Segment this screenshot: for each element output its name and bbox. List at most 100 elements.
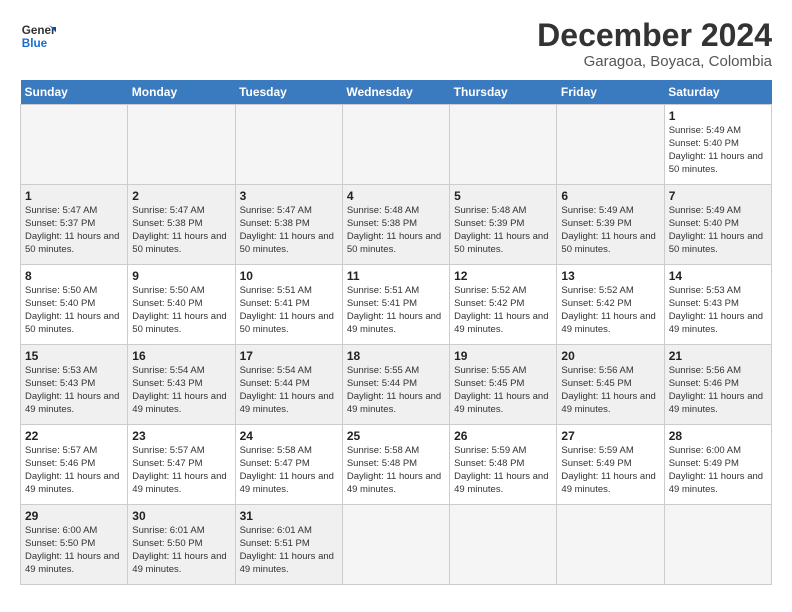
day-number: 22 [25, 428, 123, 444]
sunset-text: Sunset: 5:40 PM [132, 298, 202, 309]
sunrise-text: Sunrise: 5:49 AM [561, 205, 633, 216]
calendar-cell [664, 505, 771, 585]
calendar-cell: 20Sunrise: 5:56 AMSunset: 5:45 PMDayligh… [557, 345, 664, 425]
sunset-text: Sunset: 5:40 PM [669, 138, 739, 149]
day-number: 1 [669, 108, 767, 124]
sunrise-text: Sunrise: 5:47 AM [25, 205, 97, 216]
sunrise-text: Sunrise: 6:00 AM [669, 445, 741, 456]
calendar-cell: 21Sunrise: 5:56 AMSunset: 5:46 PMDayligh… [664, 345, 771, 425]
daylight-text: Daylight: 11 hours and 49 minutes. [347, 471, 441, 495]
calendar-cell [21, 105, 128, 185]
sunset-text: Sunset: 5:38 PM [240, 218, 310, 229]
sunset-text: Sunset: 5:43 PM [25, 378, 95, 389]
sunset-text: Sunset: 5:44 PM [240, 378, 310, 389]
calendar-cell [342, 505, 449, 585]
daylight-text: Daylight: 11 hours and 50 minutes. [25, 311, 119, 335]
sunrise-text: Sunrise: 5:59 AM [454, 445, 526, 456]
day-number: 8 [25, 268, 123, 284]
sunrise-text: Sunrise: 5:58 AM [240, 445, 312, 456]
sunset-text: Sunset: 5:38 PM [347, 218, 417, 229]
calendar-cell: 31Sunrise: 6:01 AMSunset: 5:51 PMDayligh… [235, 505, 342, 585]
day-number: 23 [132, 428, 230, 444]
sunrise-text: Sunrise: 5:52 AM [454, 285, 526, 296]
sunset-text: Sunset: 5:39 PM [454, 218, 524, 229]
daylight-text: Daylight: 11 hours and 50 minutes. [25, 231, 119, 255]
sunrise-text: Sunrise: 5:59 AM [561, 445, 633, 456]
calendar-body: 1 Sunrise: 5:49 AM Sunset: 5:40 PM Daylight… [21, 105, 772, 585]
sunrise-text: Sunrise: 5:50 AM [25, 285, 97, 296]
daylight-text: Daylight: 11 hours and 49 minutes. [132, 391, 226, 415]
calendar-cell: 30Sunrise: 6:01 AMSunset: 5:50 PMDayligh… [128, 505, 235, 585]
calendar-day-header: Saturday [664, 80, 771, 105]
sunset-text: Sunset: 5:49 PM [561, 458, 631, 469]
daylight-text: Daylight: 11 hours and 49 minutes. [561, 471, 655, 495]
daylight-text: Daylight: 11 hours and 50 minutes. [240, 311, 334, 335]
sunrise-text: Sunrise: 5:57 AM [132, 445, 204, 456]
daylight-text: Daylight: 11 hours and 49 minutes. [240, 471, 334, 495]
daylight-text: Daylight: 11 hours and 50 minutes. [669, 231, 763, 255]
calendar-cell: 16Sunrise: 5:54 AMSunset: 5:43 PMDayligh… [128, 345, 235, 425]
daylight-text: Daylight: 11 hours and 49 minutes. [454, 311, 548, 335]
sunset-text: Sunset: 5:46 PM [669, 378, 739, 389]
day-number: 30 [132, 508, 230, 524]
day-number: 25 [347, 428, 445, 444]
calendar-cell: 29Sunrise: 6:00 AMSunset: 5:50 PMDayligh… [21, 505, 128, 585]
sunset-text: Sunset: 5:44 PM [347, 378, 417, 389]
calendar-day-header: Thursday [450, 80, 557, 105]
calendar-week-row: 1Sunrise: 5:49 AMSunset: 5:40 PMDaylight… [21, 105, 772, 185]
calendar-cell: 9Sunrise: 5:50 AMSunset: 5:40 PMDaylight… [128, 265, 235, 345]
calendar-cell: 7Sunrise: 5:49 AMSunset: 5:40 PMDaylight… [664, 185, 771, 265]
calendar-cell: 26Sunrise: 5:59 AMSunset: 5:48 PMDayligh… [450, 425, 557, 505]
calendar-cell: 28Sunrise: 6:00 AMSunset: 5:49 PMDayligh… [664, 425, 771, 505]
daylight-text: Daylight: 11 hours and 49 minutes. [347, 311, 441, 335]
daylight-text: Daylight: 11 hours and 50 minutes. [454, 231, 548, 255]
calendar-cell [128, 105, 235, 185]
daylight-text: Daylight: 11 hours and 49 minutes. [669, 471, 763, 495]
sunset-text: Sunset: 5:48 PM [347, 458, 417, 469]
page: General Blue December 2024 Garagoa, Boya… [0, 0, 792, 595]
sunrise-text: Sunrise: 5:50 AM [132, 285, 204, 296]
calendar-cell: 27Sunrise: 5:59 AMSunset: 5:49 PMDayligh… [557, 425, 664, 505]
day-number: 12 [454, 268, 552, 284]
day-number: 4 [347, 188, 445, 204]
sunrise-text: Sunrise: 5:51 AM [347, 285, 419, 296]
sunrise-text: Sunrise: 5:58 AM [347, 445, 419, 456]
daylight-text: Daylight: 11 hours and 49 minutes. [561, 391, 655, 415]
daylight-text: Daylight: 11 hours and 49 minutes. [25, 471, 119, 495]
calendar-cell [557, 105, 664, 185]
day-number: 1 [25, 188, 123, 204]
sunset-text: Sunset: 5:43 PM [132, 378, 202, 389]
day-number: 6 [561, 188, 659, 204]
daylight-text: Daylight: 11 hours and 49 minutes. [669, 311, 763, 335]
calendar-day-header: Monday [128, 80, 235, 105]
calendar-cell: 11Sunrise: 5:51 AMSunset: 5:41 PMDayligh… [342, 265, 449, 345]
calendar-cell: 3Sunrise: 5:47 AMSunset: 5:38 PMDaylight… [235, 185, 342, 265]
calendar-cell: 13Sunrise: 5:52 AMSunset: 5:42 PMDayligh… [557, 265, 664, 345]
calendar-cell: 8Sunrise: 5:50 AM Sunset: 5:40 PM Daylight… [21, 265, 128, 345]
sunset-text: Sunset: 5:50 PM [132, 538, 202, 549]
daylight-text: Daylight: 11 hours and 50 minutes. [561, 231, 655, 255]
sunset-text: Sunset: 5:47 PM [132, 458, 202, 469]
calendar-week-row: 29Sunrise: 6:00 AMSunset: 5:50 PMDayligh… [21, 505, 772, 585]
sunrise-text: Sunrise: 5:55 AM [454, 365, 526, 376]
calendar-cell [450, 105, 557, 185]
sunset-text: Sunset: 5:41 PM [240, 298, 310, 309]
calendar-cell: 19Sunrise: 5:55 AMSunset: 5:45 PMDayligh… [450, 345, 557, 425]
calendar-cell: 24Sunrise: 5:58 AMSunset: 5:47 PMDayligh… [235, 425, 342, 505]
sunset-text: Sunset: 5:50 PM [25, 538, 95, 549]
sunrise-text: Sunrise: 5:56 AM [561, 365, 633, 376]
calendar-cell: 1Sunrise: 5:47 AMSunset: 5:37 PMDaylight… [21, 185, 128, 265]
calendar-header-row: SundayMondayTuesdayWednesdayThursdayFrid… [21, 80, 772, 105]
day-number: 2 [132, 188, 230, 204]
daylight-text: Daylight: 11 hours and 49 minutes. [132, 551, 226, 575]
sunset-text: Sunset: 5:40 PM [25, 298, 95, 309]
sunset-text: Sunset: 5:40 PM [669, 218, 739, 229]
daylight-text: Daylight: 11 hours and 49 minutes. [25, 391, 119, 415]
sunrise-text: Sunrise: 5:49 AM [669, 205, 741, 216]
calendar-cell: 12Sunrise: 5:52 AMSunset: 5:42 PMDayligh… [450, 265, 557, 345]
daylight-text: Daylight: 11 hours and 50 minutes. [347, 231, 441, 255]
logo: General Blue [20, 18, 56, 54]
day-number: 15 [25, 348, 123, 364]
calendar-cell: 14Sunrise: 5:53 AMSunset: 5:43 PMDayligh… [664, 265, 771, 345]
sunset-text: Sunset: 5:48 PM [454, 458, 524, 469]
